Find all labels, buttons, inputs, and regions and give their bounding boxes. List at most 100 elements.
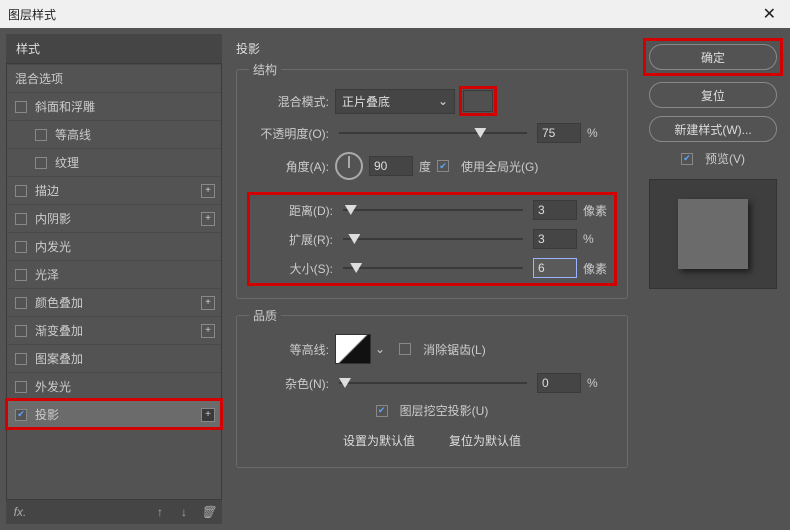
- trash-icon[interactable]: 🗑: [200, 504, 216, 520]
- style-item-3[interactable]: 描边 +: [7, 176, 221, 204]
- style-item-11[interactable]: 投影 +: [7, 400, 221, 428]
- style-label: 光泽: [35, 266, 59, 283]
- checkbox-icon[interactable]: [15, 269, 27, 281]
- knockout-field: 图层挖空投影(U): [249, 402, 615, 419]
- style-label: 纹理: [55, 154, 79, 171]
- checkbox-icon: [399, 343, 411, 355]
- checkbox-icon[interactable]: [15, 409, 27, 421]
- chevron-down-icon[interactable]: ⌄: [375, 342, 385, 356]
- angle-field: 角度(A): 度 使用全局光(G): [249, 152, 615, 180]
- style-label: 等高线: [55, 126, 91, 143]
- noise-input[interactable]: [537, 373, 581, 393]
- down-arrow-icon[interactable]: ↓: [176, 504, 192, 520]
- angle-input[interactable]: [369, 156, 413, 176]
- style-item-0[interactable]: 斜面和浮雕: [7, 92, 221, 120]
- distance-input[interactable]: [533, 200, 577, 220]
- style-label: 内发光: [35, 238, 71, 255]
- section-title: 投影: [236, 36, 628, 61]
- style-item-1[interactable]: 等高线: [7, 120, 221, 148]
- contour-preview[interactable]: [335, 334, 371, 364]
- style-label: 斜面和浮雕: [35, 98, 95, 115]
- new-style-button[interactable]: 新建样式(W)...: [649, 116, 777, 142]
- blend-options-row[interactable]: 混合选项: [7, 64, 221, 92]
- spread-field: 扩展(R): %: [253, 229, 611, 249]
- checkbox-icon[interactable]: [15, 185, 27, 197]
- reset-button[interactable]: 复位: [649, 82, 777, 108]
- plus-icon[interactable]: +: [201, 184, 215, 198]
- styles-list: 混合选项 斜面和浮雕等高线纹理描边 + 内阴影 + 内发光光泽颜色叠加 + 渐变叠加 + 图案叠…: [6, 63, 222, 500]
- plus-icon[interactable]: +: [201, 212, 215, 226]
- quality-group: 品质 等高线: ⌄ 消除锯齿(L) 杂色(N): % 图层挖空投影(U) 设置为…: [236, 307, 628, 468]
- make-default-button[interactable]: 设置为默认值: [335, 428, 423, 453]
- angle-dial[interactable]: [335, 152, 363, 180]
- distance-field: 距离(D): 像素: [253, 200, 611, 220]
- size-input[interactable]: [533, 258, 577, 278]
- up-arrow-icon[interactable]: ↑: [152, 504, 168, 520]
- checkbox-icon: [376, 405, 388, 417]
- style-label: 描边: [35, 182, 59, 199]
- style-item-9[interactable]: 图案叠加: [7, 344, 221, 372]
- noise-field: 杂色(N): %: [249, 373, 615, 393]
- checkbox-icon[interactable]: [15, 213, 27, 225]
- checkbox-icon[interactable]: [35, 157, 47, 169]
- spread-slider[interactable]: [343, 232, 523, 246]
- checkbox-icon[interactable]: [15, 241, 27, 253]
- checkbox-icon[interactable]: [15, 325, 27, 337]
- checkbox-icon[interactable]: [35, 129, 47, 141]
- noise-slider[interactable]: [339, 376, 527, 390]
- checkbox-icon: [681, 153, 693, 165]
- opacity-field: 不透明度(O): %: [249, 123, 615, 143]
- plus-icon[interactable]: +: [201, 324, 215, 338]
- checkbox-icon: [437, 160, 449, 172]
- style-label: 图案叠加: [35, 350, 83, 367]
- style-item-2[interactable]: 纹理: [7, 148, 221, 176]
- structure-group: 结构 混合模式: 正片叠底⌄ 不透明度(O): % 角度(A): 度 使用全局光…: [236, 61, 628, 299]
- checkbox-icon[interactable]: [15, 101, 27, 113]
- style-label: 外发光: [35, 378, 71, 395]
- preview-box: [649, 179, 777, 289]
- style-item-4[interactable]: 内阴影 +: [7, 204, 221, 232]
- checkbox-icon[interactable]: [15, 353, 27, 365]
- style-label: 渐变叠加: [35, 322, 83, 339]
- style-item-6[interactable]: 光泽: [7, 260, 221, 288]
- style-item-8[interactable]: 渐变叠加 +: [7, 316, 221, 344]
- opacity-input[interactable]: [537, 123, 581, 143]
- blend-mode-select[interactable]: 正片叠底⌄: [335, 89, 455, 114]
- size-slider[interactable]: [343, 261, 523, 275]
- spread-input[interactable]: [533, 229, 577, 249]
- knockout-checkbox[interactable]: 图层挖空投影(U): [376, 402, 489, 419]
- ok-button[interactable]: 确定: [649, 44, 777, 70]
- quality-legend: 品质: [249, 307, 281, 324]
- style-item-7[interactable]: 颜色叠加 +: [7, 288, 221, 316]
- contour-field: 等高线: ⌄ 消除锯齿(L): [249, 334, 615, 364]
- blend-mode-field: 混合模式: 正片叠底⌄: [249, 88, 615, 114]
- center-column: 投影 结构 混合模式: 正片叠底⌄ 不透明度(O): % 角度(A): 度 使用…: [228, 34, 636, 524]
- distance-slider[interactable]: [343, 203, 523, 217]
- chevron-down-icon: ⌄: [438, 94, 448, 108]
- plus-icon[interactable]: +: [201, 296, 215, 310]
- size-field: 大小(S): 像素: [253, 258, 611, 278]
- opacity-slider[interactable]: [339, 126, 527, 140]
- preview-checkbox[interactable]: 预览(V): [681, 150, 745, 167]
- style-label: 颜色叠加: [35, 294, 83, 311]
- styles-header: 样式: [6, 34, 222, 63]
- checkbox-icon[interactable]: [15, 297, 27, 309]
- antialias-checkbox[interactable]: 消除锯齿(L): [399, 341, 486, 358]
- structure-legend: 结构: [249, 61, 281, 78]
- style-label: 内阴影: [35, 210, 71, 227]
- shadow-color-swatch[interactable]: [463, 90, 493, 112]
- style-item-10[interactable]: 外发光: [7, 372, 221, 400]
- close-icon[interactable]: ✕: [757, 4, 782, 24]
- style-label: 投影: [35, 406, 59, 423]
- main-area: 样式 混合选项 斜面和浮雕等高线纹理描边 + 内阴影 + 内发光光泽颜色叠加 + 渐变叠加 +…: [0, 28, 790, 530]
- preview-swatch: [678, 199, 748, 269]
- left-column: 样式 混合选项 斜面和浮雕等高线纹理描边 + 内阴影 + 内发光光泽颜色叠加 + 渐变叠加 +…: [6, 34, 222, 524]
- plus-icon[interactable]: +: [201, 408, 215, 422]
- styles-footer: fx. ↑ ↓ 🗑: [6, 500, 222, 524]
- fx-icon[interactable]: fx.: [12, 504, 28, 520]
- reset-default-button[interactable]: 复位为默认值: [441, 428, 529, 453]
- right-column: 确定 复位 新建样式(W)... 预览(V): [642, 34, 784, 524]
- checkbox-icon[interactable]: [15, 381, 27, 393]
- use-global-light[interactable]: 使用全局光(G): [437, 158, 538, 175]
- style-item-5[interactable]: 内发光: [7, 232, 221, 260]
